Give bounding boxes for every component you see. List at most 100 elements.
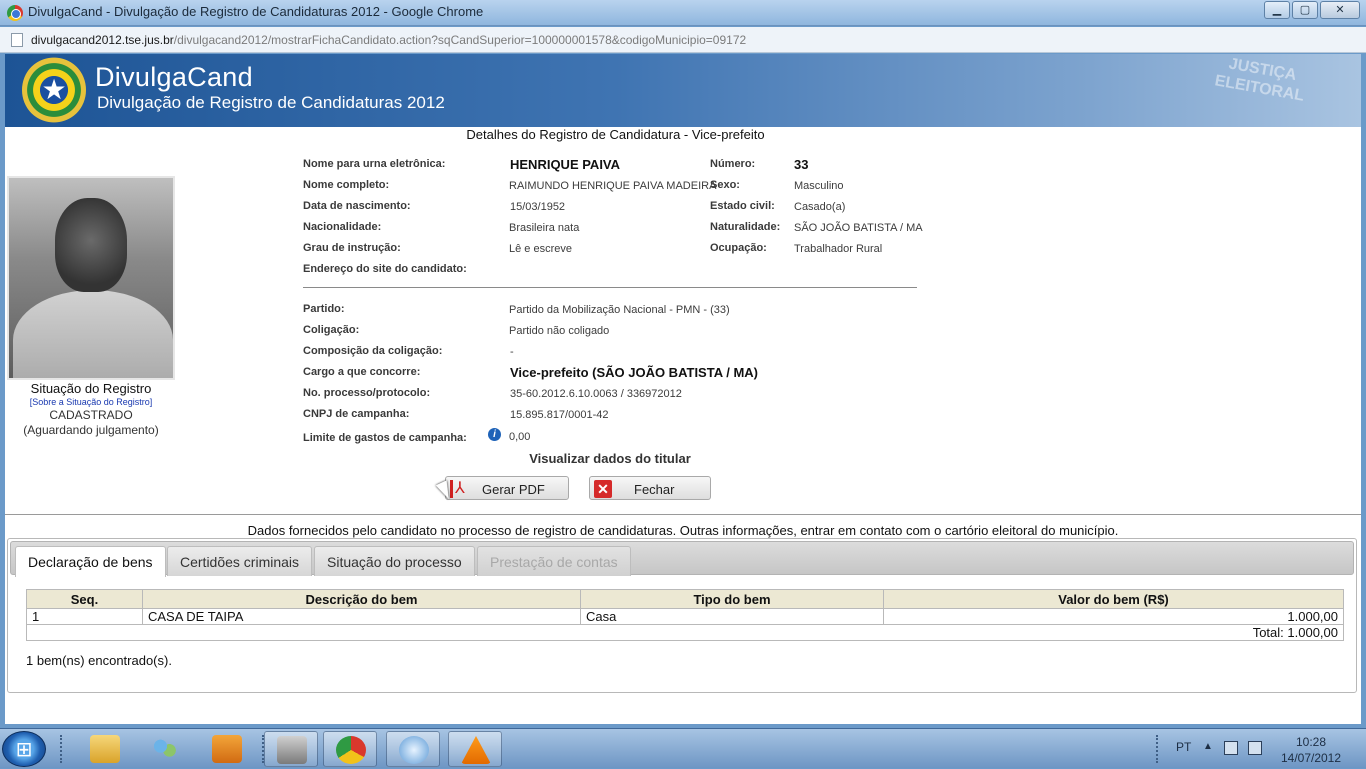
chrome-icon <box>7 5 23 21</box>
network-icon[interactable] <box>1224 741 1238 755</box>
app-subtitle: Divulgação de Registro de Candidaturas 2… <box>97 93 445 112</box>
address-bar[interactable]: divulgacand2012.tse.jus.br/divulgacand20… <box>0 27 1366 53</box>
nac-label: Nacionalidade: <box>303 221 382 233</box>
content-divider <box>5 514 1361 515</box>
table-header-row: Seq. Descrição do bem Tipo do bem Valor … <box>26 589 1344 609</box>
close-window-button[interactable]: ✕ <box>1320 1 1360 19</box>
disclaimer-text: Dados fornecidos pelo candidato no proce… <box>247 523 1119 538</box>
clock-time: 10:28 <box>1295 735 1327 749</box>
col-tipo[interactable]: Tipo do bem <box>580 589 884 609</box>
close-icon: ✕ <box>594 480 612 498</box>
counter-strike-icon <box>277 736 307 764</box>
close-button[interactable]: ✕ Fechar <box>589 476 711 500</box>
cargo-value: Vice-prefeito (SÃO JOÃO BATISTA / MA) <box>510 365 758 380</box>
cell-tipo: Casa <box>580 608 884 625</box>
vlc-icon <box>461 736 491 764</box>
registry-status-label: Situação do Registro <box>30 381 152 396</box>
col-descricao[interactable]: Descrição do bem <box>142 589 581 609</box>
limite-value: 0,00 <box>509 431 531 443</box>
site-label: Endereço do site do candidato: <box>303 263 467 275</box>
registry-status-note: (Aguardando julgamento) <box>23 423 159 437</box>
media-player-icon <box>212 735 242 763</box>
nome-value: RAIMUNDO HENRIQUE PAIVA MADEIRA <box>509 180 717 192</box>
composicao-label: Composição da coligação: <box>303 345 443 357</box>
cnpj-value: 15.895.817/0001-42 <box>510 409 609 421</box>
coligacao-value: Partido não coligado <box>509 325 610 337</box>
nasc-value: 15/03/1952 <box>510 201 566 213</box>
tab-certidoes-criminais[interactable]: Certidões criminais <box>167 546 313 576</box>
tab-bar: Declaração de bens Certidões criminais S… <box>10 541 1354 577</box>
brazil-coat-of-arms-icon <box>22 57 86 123</box>
cargo-label: Cargo a que concorre: <box>303 366 421 378</box>
taskbar-users[interactable] <box>138 731 192 767</box>
taskbar-grip <box>60 735 64 763</box>
sexo-label: Sexo: <box>710 179 740 191</box>
window-title: DivulgaCand - Divulgação de Registro de … <box>28 4 484 19</box>
tray-grip <box>1156 735 1160 763</box>
results-count: 1 bem(ns) encontrado(s). <box>26 653 172 668</box>
processo-value: 35-60.2012.6.10.0063 / 336972012 <box>510 388 682 400</box>
ocup-value: Trabalhador Rural <box>794 243 883 255</box>
maximize-button[interactable]: ▢ <box>1292 1 1318 19</box>
page-title: Detalhes do Registro de Candidatura - Vi… <box>466 127 765 142</box>
page-content: DivulgaCand Divulgação de Registro de Ca… <box>5 54 1361 724</box>
language-indicator[interactable]: PT <box>1176 740 1191 754</box>
taskbar-media[interactable] <box>200 731 254 767</box>
nasc-label: Data de nascimento: <box>303 200 411 212</box>
url-text[interactable]: divulgacand2012.tse.jus.br/divulgacand20… <box>31 33 746 47</box>
tab-situacao-processo[interactable]: Situação do processo <box>314 546 475 576</box>
partido-value: Partido da Mobilização Nacional - PMN - … <box>509 304 730 316</box>
taskbar-vlc[interactable] <box>448 731 502 767</box>
grau-label: Grau de instrução: <box>303 242 401 254</box>
tabs-panel: Declaração de bens Certidões criminais S… <box>7 538 1357 693</box>
natural-label: Naturalidade: <box>710 221 781 233</box>
urna-label: Nome para urna eletrônica: <box>303 158 446 170</box>
clock-date: 14/07/2012 <box>1280 751 1342 765</box>
close-label: Fechar <box>634 482 675 497</box>
view-titular-link[interactable]: Visualizar dados do titular <box>303 451 917 466</box>
clock[interactable]: 10:28 14/07/2012 <box>1276 734 1346 766</box>
folder-icon <box>90 735 120 763</box>
sexo-value: Masculino <box>794 180 844 192</box>
coligacao-label: Coligação: <box>303 324 360 336</box>
assets-table: Seq. Descrição do bem Tipo do bem Valor … <box>26 589 1344 641</box>
registry-status: Situação do Registro [Sobre a Situação d… <box>5 381 177 437</box>
generate-pdf-button[interactable]: Gerar PDF <box>445 476 569 500</box>
urna-value: HENRIQUE PAIVA <box>510 157 621 172</box>
total-value: Total: 1.000,00 <box>26 624 1344 641</box>
window-title-bar[interactable]: DivulgaCand - Divulgação de Registro de … <box>0 0 1366 26</box>
chrome-taskbar-icon <box>336 736 366 764</box>
url-path: /divulgacand2012/mostrarFichaCandidato.a… <box>173 33 747 47</box>
col-valor[interactable]: Valor do bem (R$) <box>883 589 1344 609</box>
partido-label: Partido: <box>303 303 345 315</box>
total-row: Total: 1.000,00 <box>26 624 1344 641</box>
taskbar-explorer[interactable] <box>78 731 132 767</box>
power-icon[interactable] <box>1248 741 1262 755</box>
limite-label: Limite de gastos de campanha: <box>303 432 467 444</box>
registry-status-value: CADASTRADO <box>49 408 133 422</box>
taskbar: PT ▲ 10:28 14/07/2012 <box>0 728 1366 768</box>
composicao-value: - <box>510 346 514 358</box>
nome-label: Nome completo: <box>303 179 390 191</box>
processo-label: No. processo/protocolo: <box>303 387 431 399</box>
justica-eleitoral-logo: JUSTIÇA ELEITORAL <box>1164 54 1354 127</box>
candidate-photo <box>7 176 175 380</box>
taskbar-app[interactable] <box>386 731 440 767</box>
info-icon[interactable]: i <box>488 428 501 441</box>
network-app-icon <box>399 736 429 764</box>
civil-label: Estado civil: <box>710 200 775 212</box>
registry-status-link[interactable]: [Sobre a Situação do Registro] <box>5 397 177 407</box>
tab-declaracao-bens[interactable]: Declaração de bens <box>15 546 166 577</box>
minimize-button[interactable]: ▁ <box>1264 1 1290 19</box>
grau-value: Lê e escreve <box>509 243 572 255</box>
app-name: DivulgaCand <box>95 62 253 92</box>
show-hidden-icons-icon[interactable]: ▲ <box>1203 741 1213 752</box>
col-seq[interactable]: Seq. <box>26 589 143 609</box>
start-button[interactable] <box>2 731 46 767</box>
users-icon <box>150 735 180 763</box>
civil-value: Casado(a) <box>794 201 846 213</box>
tab-prestacao-contas: Prestação de contas <box>477 546 631 576</box>
taskbar-game[interactable] <box>264 731 318 767</box>
cell-seq: 1 <box>26 608 143 625</box>
taskbar-chrome[interactable] <box>323 731 377 767</box>
